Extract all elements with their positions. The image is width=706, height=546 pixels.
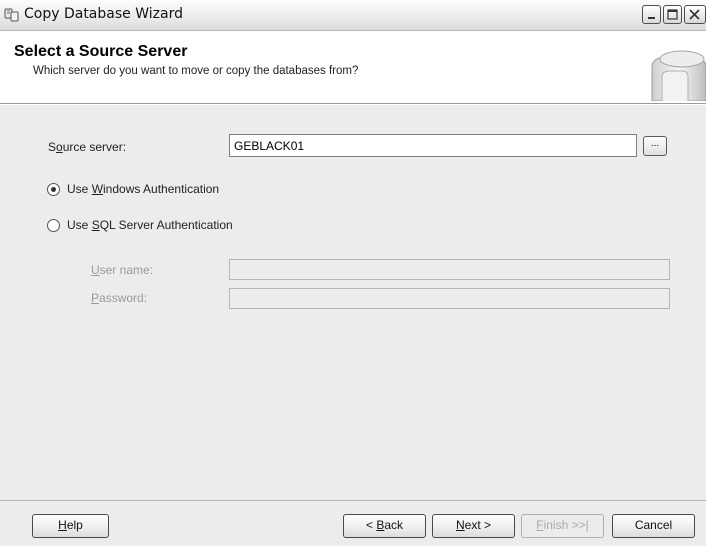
sql-auth-label[interactable]: Use SQL Server Authentication [67,218,233,232]
minimize-button[interactable] [642,5,661,24]
maximize-icon [667,9,678,20]
header-separator [0,104,706,105]
wizard-header: Select a Source Server Which server do y… [0,31,706,104]
back-button[interactable]: < Back [343,514,426,538]
cancel-button[interactable]: Cancel [612,514,695,538]
radio-selected-dot [51,187,56,192]
windows-auth-radio[interactable] [47,183,60,196]
sql-auth-radio[interactable] [47,219,60,232]
footer-divider [0,500,706,501]
close-icon [689,9,700,20]
copy-database-wizard-window: Copy Database Wizard Select a Source Ser… [0,0,706,546]
browse-server-button[interactable]: ... [643,136,667,156]
user-name-input[interactable] [229,259,670,280]
password-input[interactable] [229,288,670,309]
database-header-icon [651,50,706,101]
password-label: Password: [91,291,148,305]
minimize-icon [648,17,655,19]
finish-button[interactable]: Finish >>| [521,514,604,538]
next-button[interactable]: Next > [432,514,515,538]
windows-auth-label[interactable]: Use Windows Authentication [67,182,219,196]
maximize-button[interactable] [663,5,682,24]
help-button[interactable]: Help [32,514,109,538]
close-button[interactable] [684,5,706,24]
page-subtitle: Which server do you want to move or copy… [33,65,359,77]
title-bar[interactable]: Copy Database Wizard [0,0,706,31]
source-server-input[interactable]: GEBLACK01 [229,134,637,157]
user-name-label: User name: [91,263,154,277]
wizard-app-icon [4,8,19,22]
source-server-label: Source server: [48,140,127,154]
window-title: Copy Database Wizard [24,6,183,22]
page-title: Select a Source Server [14,43,188,60]
